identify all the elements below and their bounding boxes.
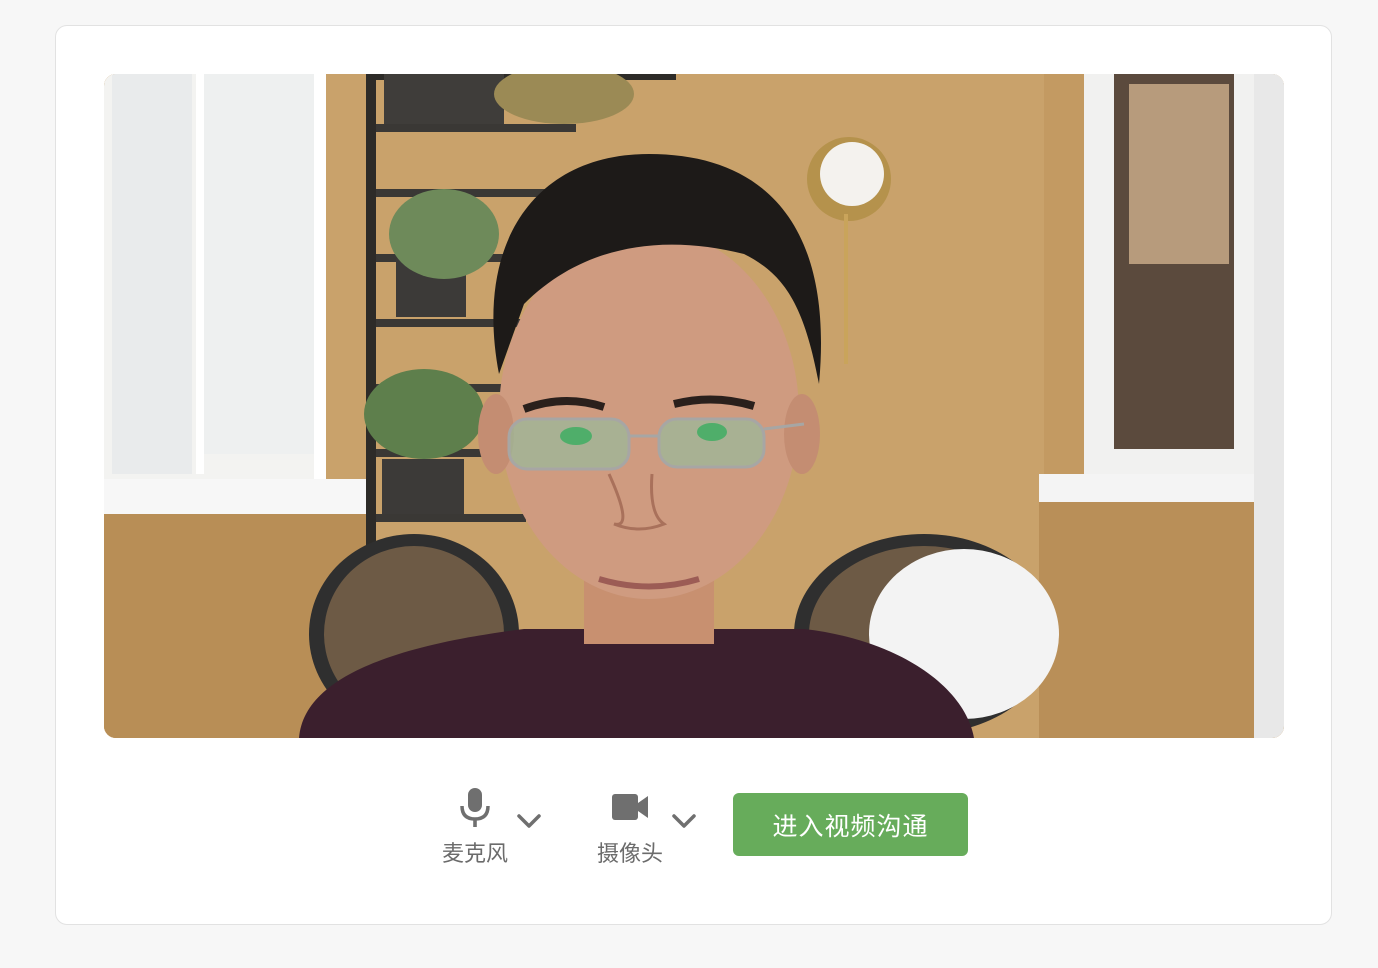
microphone-icon[interactable] bbox=[453, 786, 497, 830]
microphone-control[interactable]: 麦克风 bbox=[439, 786, 569, 867]
camera-control[interactable]: 摄像头 bbox=[594, 786, 724, 867]
microphone-label: 麦克风 bbox=[441, 842, 508, 867]
microphone-chevron-down-icon[interactable] bbox=[515, 810, 543, 832]
video-setup-card: 麦克风 摄像头 进入视频沟通 bbox=[55, 25, 1332, 925]
device-controls: 麦克风 摄像头 进入视频沟通 bbox=[56, 786, 1331, 867]
video-camera-icon[interactable] bbox=[608, 786, 652, 830]
join-video-call-button[interactable]: 进入视频沟通 bbox=[733, 793, 968, 856]
camera-preview bbox=[104, 74, 1284, 738]
camera-preview-image bbox=[104, 74, 1284, 738]
camera-label: 摄像头 bbox=[596, 842, 663, 867]
camera-chevron-down-icon[interactable] bbox=[670, 810, 698, 832]
